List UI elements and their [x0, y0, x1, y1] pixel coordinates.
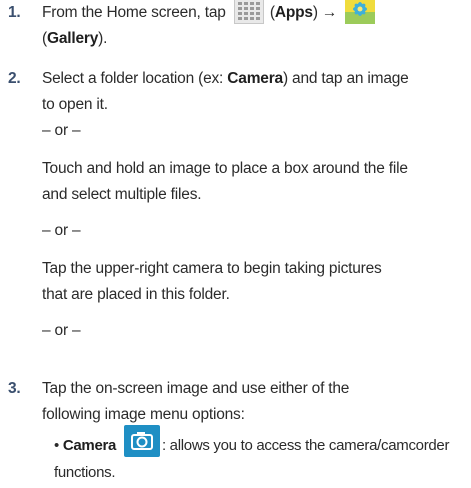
step-text: ) and tap an image: [282, 70, 409, 87]
paren: ): [312, 4, 318, 21]
step-line: (Gallery).: [42, 26, 461, 52]
step-text: From the Home screen, tap: [42, 4, 226, 21]
step-line: following image menu options:: [42, 406, 245, 423]
step-line: to open it.: [42, 96, 108, 113]
step-body: Select a folder location (ex: Camera) an…: [42, 66, 461, 344]
manual-page: 1. From the Home screen, tap (Apps) → (G…: [0, 0, 471, 488]
step-line: Select a folder location (ex: Camera) an…: [42, 66, 461, 92]
step-line: and select multiple files.: [42, 186, 202, 203]
apps-label: Apps: [274, 4, 313, 21]
bullet-line: functions.: [54, 464, 116, 481]
gallery-icon: [345, 0, 376, 24]
step-line: From the Home screen, tap (Apps) →: [42, 0, 461, 26]
or-separator: – or –: [42, 322, 81, 339]
camera-icon: [123, 425, 160, 458]
or-separator: – or –: [42, 122, 81, 139]
step-line: Tap the on-screen image and use either o…: [42, 380, 350, 397]
step-text: Select a folder location (ex:: [42, 70, 224, 87]
step-number: 1.: [8, 4, 21, 21]
paren: ).: [98, 30, 108, 47]
or-separator: – or –: [42, 222, 81, 239]
step-number: 2.: [8, 70, 21, 87]
bullet-line: • Camera : allows you to access the came…: [54, 425, 461, 459]
gallery-label: Gallery: [46, 30, 99, 47]
step-number: 3.: [8, 380, 21, 397]
bullet-description: : allows you to access the camera/camcor…: [161, 437, 450, 454]
bullet-marker: •: [54, 437, 59, 454]
bullet-camera: • Camera : allows you to access the came…: [54, 425, 461, 486]
step-line: Touch and hold an image to place a box a…: [42, 160, 408, 177]
apps-grid-icon: [233, 0, 264, 24]
bullet-label: Camera: [62, 437, 117, 454]
arrow-icon: →: [321, 4, 338, 21]
camera-folder-label: Camera: [227, 70, 283, 87]
step-body: From the Home screen, tap (Apps) → (Gall…: [42, 0, 461, 52]
step-line: Tap the upper-right camera to begin taki…: [42, 260, 382, 277]
step-line: that are placed in this folder.: [42, 286, 230, 303]
step-body: Tap the on-screen image and use either o…: [42, 376, 461, 428]
